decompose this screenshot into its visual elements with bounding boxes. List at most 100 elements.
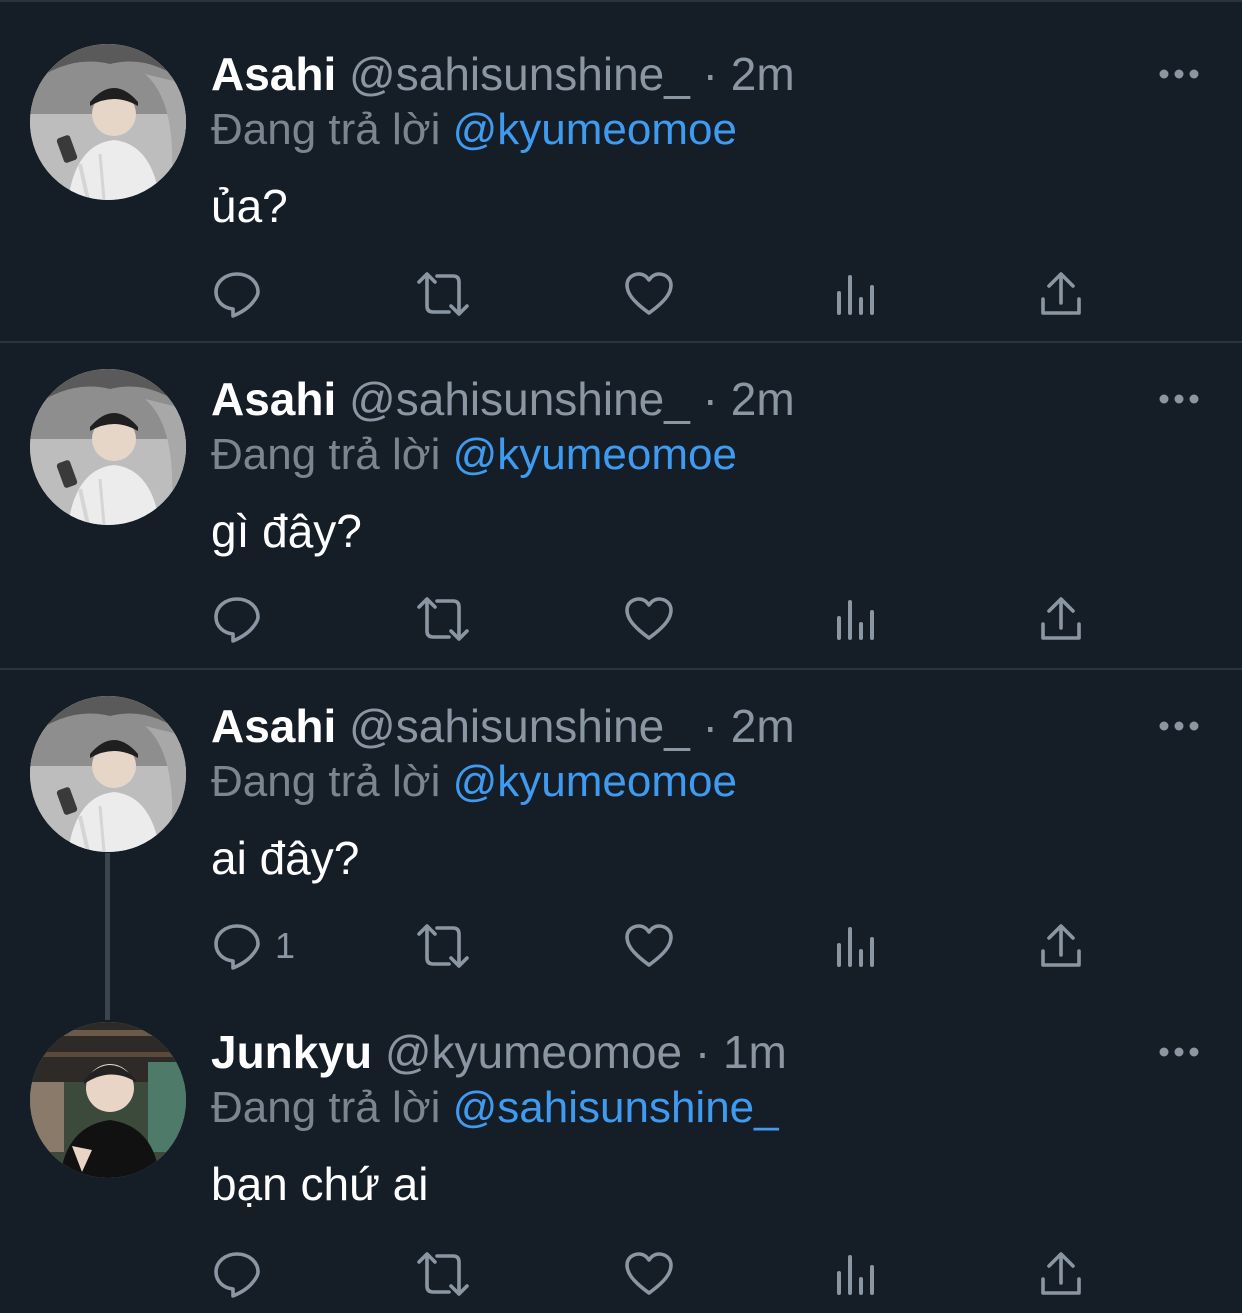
thread-connector-line (105, 853, 110, 1020)
share-upload-icon (1041, 1252, 1081, 1295)
more-options-button[interactable] (1158, 393, 1200, 405)
like-button[interactable] (625, 1244, 673, 1304)
replying-to-mention[interactable]: @kyumeomoe (453, 430, 737, 479)
share-button[interactable] (1040, 916, 1082, 976)
tweet-thread-feed: Asahi @sahisunshine_ · 2m Đang trả lời @… (0, 0, 1242, 1313)
tweet-actions (0, 589, 1242, 649)
views-bar-chart-icon (837, 927, 874, 967)
tweet-actions (0, 1244, 1242, 1304)
like-button[interactable] (625, 264, 673, 324)
retweet-icon (417, 1252, 469, 1296)
tweet-timestamp[interactable]: 2m (731, 700, 795, 752)
avatar-image-asahi (30, 369, 186, 525)
views-button[interactable] (835, 264, 877, 324)
replying-to-label: Đang trả lời (211, 430, 441, 479)
share-button[interactable] (1040, 589, 1082, 649)
retweet-button[interactable] (415, 1244, 471, 1304)
user-handle[interactable]: @sahisunshine_ (349, 700, 690, 752)
more-options-button[interactable] (1158, 720, 1200, 732)
replying-to: Đang trả lời @kyumeomoe (211, 752, 737, 812)
tweet-header: Asahi @sahisunshine_ · 2m (211, 44, 795, 104)
share-upload-icon (1041, 272, 1081, 315)
avatar-image-junkyu (30, 1022, 186, 1178)
tweet-header: Asahi @sahisunshine_ · 2m (211, 369, 795, 429)
replying-to-label: Đang trả lời (211, 1083, 441, 1132)
reply-bubble-icon (214, 272, 260, 318)
views-bar-chart-icon (837, 600, 874, 640)
views-button[interactable] (835, 916, 877, 976)
tweet-actions (0, 264, 1242, 324)
tweet-header: Asahi @sahisunshine_ · 2m (211, 696, 795, 756)
heart-icon (625, 1252, 673, 1295)
views-button[interactable] (835, 589, 877, 649)
like-button[interactable] (625, 589, 673, 649)
share-upload-icon (1041, 597, 1081, 640)
reply-bubble-icon (214, 924, 260, 970)
retweet-icon (417, 272, 469, 316)
tweet[interactable]: Junkyu @kyumeomoe · 1m Đang trả lời @sah… (0, 1000, 1242, 1313)
tweet-header: Junkyu @kyumeomoe · 1m (211, 1022, 787, 1082)
reply-button[interactable] (213, 589, 275, 649)
replying-to: Đang trả lời @kyumeomoe (211, 425, 737, 485)
views-bar-chart-icon (837, 1255, 874, 1295)
tweet-timestamp[interactable]: 2m (731, 48, 795, 100)
tweet[interactable]: Asahi @sahisunshine_ · 2m Đang trả lời @… (0, 0, 1242, 343)
more-horizontal-icon (1159, 721, 1199, 731)
replying-to: Đang trả lời @sahisunshine_ (211, 1078, 779, 1138)
views-button[interactable] (835, 1244, 877, 1304)
more-horizontal-icon (1159, 1047, 1199, 1057)
like-button[interactable] (625, 916, 673, 976)
retweet-button[interactable] (415, 916, 471, 976)
share-upload-icon (1041, 924, 1081, 967)
avatar-junkyu[interactable] (30, 1022, 186, 1178)
avatar-asahi[interactable] (30, 44, 186, 200)
avatar-image-asahi (30, 44, 186, 200)
reply-button[interactable]: 1 (213, 916, 295, 976)
heart-icon (625, 272, 673, 315)
separator-dot: · (702, 48, 718, 100)
tweet-timestamp[interactable]: 2m (731, 373, 795, 425)
separator-dot: · (694, 1026, 711, 1078)
more-options-button[interactable] (1158, 68, 1200, 80)
reply-button[interactable] (213, 264, 275, 324)
reply-bubble-icon (214, 597, 260, 643)
replying-to-label: Đang trả lời (211, 105, 441, 154)
more-options-button[interactable] (1158, 1046, 1200, 1058)
replying-to-mention[interactable]: @kyumeomoe (453, 757, 737, 806)
replying-to: Đang trả lời @kyumeomoe (211, 100, 737, 160)
share-button[interactable] (1040, 1244, 1082, 1304)
tweet-text: ủa? (211, 180, 288, 232)
avatar-image-asahi (30, 696, 186, 852)
display-name[interactable]: Asahi (211, 700, 336, 752)
tweet-timestamp[interactable]: 1m (723, 1026, 787, 1078)
separator-dot: · (702, 373, 718, 425)
more-horizontal-icon (1159, 69, 1199, 79)
replying-to-mention[interactable]: @sahisunshine_ (453, 1083, 779, 1132)
heart-icon (625, 924, 673, 967)
replying-to-mention[interactable]: @kyumeomoe (453, 105, 737, 154)
more-horizontal-icon (1159, 394, 1199, 404)
views-bar-chart-icon (837, 275, 874, 315)
display-name[interactable]: Asahi (211, 48, 336, 100)
reply-bubble-icon (214, 1252, 260, 1298)
tweet[interactable]: Asahi @sahisunshine_ · 2m Đang trả lời @… (0, 670, 1242, 1000)
user-handle[interactable]: @sahisunshine_ (349, 48, 690, 100)
share-button[interactable] (1040, 264, 1082, 324)
tweet[interactable]: Asahi @sahisunshine_ · 2m Đang trả lời @… (0, 343, 1242, 670)
tweet-text: bạn chứ ai (211, 1158, 429, 1210)
user-handle[interactable]: @sahisunshine_ (349, 373, 690, 425)
retweet-icon (417, 924, 469, 968)
reply-button[interactable] (213, 1244, 275, 1304)
retweet-button[interactable] (415, 264, 471, 324)
separator-dot: · (702, 700, 718, 752)
retweet-button[interactable] (415, 589, 471, 649)
replying-to-label: Đang trả lời (211, 757, 441, 806)
user-handle[interactable]: @kyumeomoe (385, 1026, 682, 1078)
tweet-text: gì đây? (211, 505, 362, 557)
avatar-asahi[interactable] (30, 696, 186, 852)
tweet-actions: 1 (0, 916, 1242, 976)
heart-icon (625, 597, 673, 640)
display-name[interactable]: Junkyu (211, 1026, 372, 1078)
display-name[interactable]: Asahi (211, 373, 336, 425)
avatar-asahi[interactable] (30, 369, 186, 525)
